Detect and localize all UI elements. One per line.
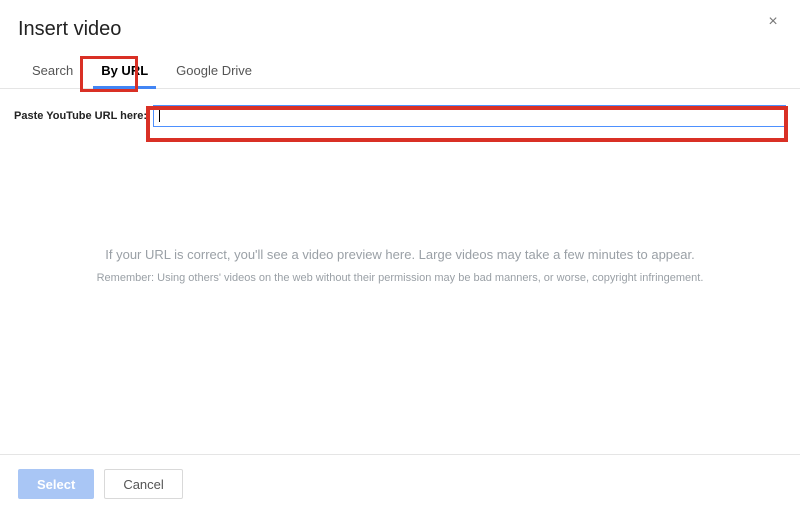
url-row: Paste YouTube URL here: bbox=[14, 105, 786, 127]
dialog-header: Insert video bbox=[0, 0, 800, 49]
tab-google-drive[interactable]: Google Drive bbox=[162, 55, 266, 88]
cancel-button[interactable]: Cancel bbox=[104, 469, 182, 499]
hint-preview: If your URL is correct, you'll see a vid… bbox=[14, 247, 786, 262]
url-input-wrap bbox=[153, 105, 786, 127]
dialog-title: Insert video bbox=[18, 18, 782, 41]
tab-bar: Search By URL Google Drive bbox=[0, 55, 800, 89]
dialog-body: Paste YouTube URL here: If your URL is c… bbox=[0, 89, 800, 454]
close-icon[interactable]: × bbox=[764, 14, 782, 32]
select-button[interactable]: Select bbox=[18, 469, 94, 499]
insert-video-dialog: Insert video × Search By URL Google Driv… bbox=[0, 0, 800, 513]
tab-by-url[interactable]: By URL bbox=[87, 55, 162, 88]
hint-block: If your URL is correct, you'll see a vid… bbox=[14, 247, 786, 284]
url-label: Paste YouTube URL here: bbox=[14, 110, 153, 122]
url-input[interactable] bbox=[153, 105, 786, 127]
text-caret-icon bbox=[159, 108, 160, 122]
tab-search[interactable]: Search bbox=[18, 55, 87, 88]
dialog-footer: Select Cancel bbox=[0, 454, 800, 513]
hint-permission: Remember: Using others' videos on the we… bbox=[14, 272, 786, 284]
